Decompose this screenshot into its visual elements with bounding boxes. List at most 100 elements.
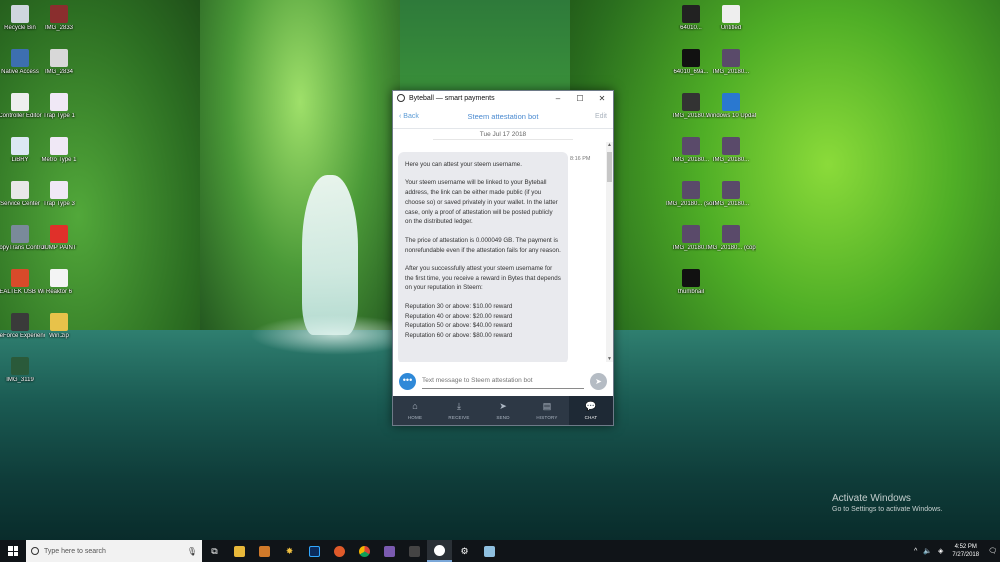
clock[interactable]: 4:52 PM 7/27/2018	[952, 543, 979, 559]
history-icon: ▤	[542, 401, 552, 411]
file-icon	[50, 137, 68, 155]
photoshop-icon[interactable]	[302, 540, 327, 562]
chat-area[interactable]: Tue Jul 17 2018 Here you can attest your…	[393, 130, 613, 362]
message-paragraph: Here you can attest your steem username.	[405, 161, 522, 168]
file-icon	[50, 93, 68, 111]
tab-label: HISTORY	[536, 415, 558, 420]
file-icon	[722, 5, 740, 23]
file-icon	[682, 181, 700, 199]
message-timestamp: 8:16 PM	[570, 156, 591, 162]
tab-label: CHAT	[584, 415, 598, 420]
desktop-icon[interactable]: IMG_2834	[34, 49, 84, 76]
speaker-icon[interactable]: 🔈	[923, 547, 932, 555]
tab-label: RECEIVE	[448, 415, 470, 420]
desktop-icon[interactable]: Windows 10 Update As...	[706, 93, 756, 120]
file-icon	[11, 181, 29, 199]
file-icon	[11, 269, 29, 287]
tab-send[interactable]: ➤ SEND	[481, 396, 525, 425]
byteball-window[interactable]: Byteball — smart payments – ☐ ✕ ‹ Back S…	[392, 90, 614, 426]
tab-receive[interactable]: ⤓ RECEIVE	[437, 396, 481, 425]
back-label: Back	[403, 113, 419, 120]
file-icon	[682, 49, 700, 67]
file-icon	[11, 225, 29, 243]
tab-history[interactable]: ▤ HISTORY	[525, 396, 569, 425]
network-icon[interactable]: ◈	[938, 547, 943, 555]
wallpaper-waterfall	[302, 175, 358, 335]
message-paragraph: The price of attestation is 0.000049 GB.…	[405, 236, 561, 254]
back-button[interactable]: ‹ Back	[399, 113, 439, 120]
search-icon	[31, 547, 39, 555]
taskbar-search[interactable]: Type here to search 🎙	[26, 540, 202, 562]
scroll-up-icon[interactable]: ▲	[606, 142, 613, 148]
chevron-up-icon[interactable]: ^	[914, 548, 917, 555]
desktop-icon[interactable]: IMG_2833	[34, 5, 84, 32]
notifications-icon[interactable]: 🗨	[988, 547, 997, 555]
activate-windows-watermark: Activate Windows Go to Settings to activ…	[832, 493, 943, 513]
desktop-icon[interactable]: IMG_3119	[0, 357, 45, 384]
byteball-taskbar-icon[interactable]	[427, 540, 452, 562]
desktop-icon[interactable]: thumbnail	[666, 269, 716, 296]
minimize-button[interactable]: –	[547, 94, 569, 103]
chat-title: Steem attestation bot	[467, 112, 539, 121]
window-title: Byteball — smart payments	[409, 94, 495, 102]
file-icon	[50, 181, 68, 199]
message-input[interactable]	[422, 373, 584, 389]
tab-label: HOME	[407, 415, 423, 420]
file-icon	[722, 49, 740, 67]
desktop-icon[interactable]: Trap Type 3	[34, 181, 84, 208]
bottom-tab-bar: ⌂ HOME ⤓ RECEIVE ➤ SEND ▤ HISTORY 💬 CHAT	[393, 396, 613, 425]
desktop-icon[interactable]: JUMP PAINT	[34, 225, 84, 252]
orange-app-icon[interactable]	[327, 540, 352, 562]
ellipsis-icon: •••	[402, 374, 413, 385]
file-icon	[11, 49, 29, 67]
file-icon	[50, 49, 68, 67]
bot-message-bubble: Here you can attest your steem username.…	[398, 152, 568, 362]
desktop-icon[interactable]: IMG_20180...	[706, 181, 756, 208]
task-view-icon[interactable]: ⧉	[202, 540, 227, 562]
file-icon	[50, 313, 68, 331]
file-icon	[682, 93, 700, 111]
scroll-down-icon[interactable]: ▼	[606, 356, 613, 362]
desktop-icon[interactable]: Trap Type 1	[34, 93, 84, 120]
dark-app-icon[interactable]	[402, 540, 427, 562]
star-app-icon[interactable]: ✸	[277, 540, 302, 562]
edit-button[interactable]: Edit	[567, 113, 607, 120]
file-icon	[722, 181, 740, 199]
window-titlebar[interactable]: Byteball — smart payments – ☐ ✕	[393, 91, 613, 105]
desktop-icon[interactable]: IMG_20180... (copy)	[706, 225, 756, 252]
media-player-icon[interactable]	[252, 540, 277, 562]
reward-line: Reputation 30 or above: $10.00 reward	[405, 302, 513, 310]
message-paragraph: Your steem username will be linked to yo…	[405, 179, 558, 226]
desktop-icon-label: IMG_20180...	[712, 157, 750, 163]
taskbar: Type here to search 🎙 ⧉ ✸ ⚙ ^ 🔈 ◈ 4:52 P…	[0, 540, 1000, 562]
send-button[interactable]: ➤	[590, 372, 607, 390]
desktop-icon[interactable]: Reaktor 6	[34, 269, 84, 296]
chrome-icon[interactable]	[352, 540, 377, 562]
tab-chat[interactable]: 💬 CHAT	[569, 396, 613, 425]
close-button[interactable]: ✕	[591, 94, 613, 103]
file-explorer-icon[interactable]	[227, 540, 252, 562]
notes-app-icon[interactable]	[477, 540, 502, 562]
file-icon	[11, 313, 29, 331]
chat-scrollbar[interactable]: ▲ ▼	[606, 142, 613, 362]
watermark-title: Activate Windows	[832, 493, 911, 504]
desktop-icon[interactable]: IMG_20180...	[706, 137, 756, 164]
desktop-icon[interactable]: Win.zip	[34, 313, 84, 340]
desktop-icon[interactable]: Untitled	[706, 5, 756, 32]
desktop-icon-label: Reaktor 6	[45, 289, 72, 295]
settings-gear-icon[interactable]: ⚙	[452, 540, 477, 562]
file-icon	[11, 5, 29, 23]
more-options-button[interactable]: •••	[399, 372, 416, 390]
scrollbar-thumb[interactable]	[607, 152, 612, 182]
send-icon: ➤	[499, 401, 507, 411]
tab-home[interactable]: ⌂ HOME	[393, 396, 437, 425]
desktop-icon[interactable]: IMG_20180...	[706, 49, 756, 76]
start-button[interactable]	[0, 540, 26, 562]
file-icon	[682, 269, 700, 287]
microphone-icon[interactable]: 🎙	[187, 547, 197, 556]
maximize-button[interactable]: ☐	[569, 94, 591, 103]
message-paragraph: After you successfully attest your steem…	[405, 264, 561, 292]
desktop-icon[interactable]: Metro Type 1	[34, 137, 84, 164]
file-icon	[11, 357, 29, 375]
purple-app-icon[interactable]	[377, 540, 402, 562]
